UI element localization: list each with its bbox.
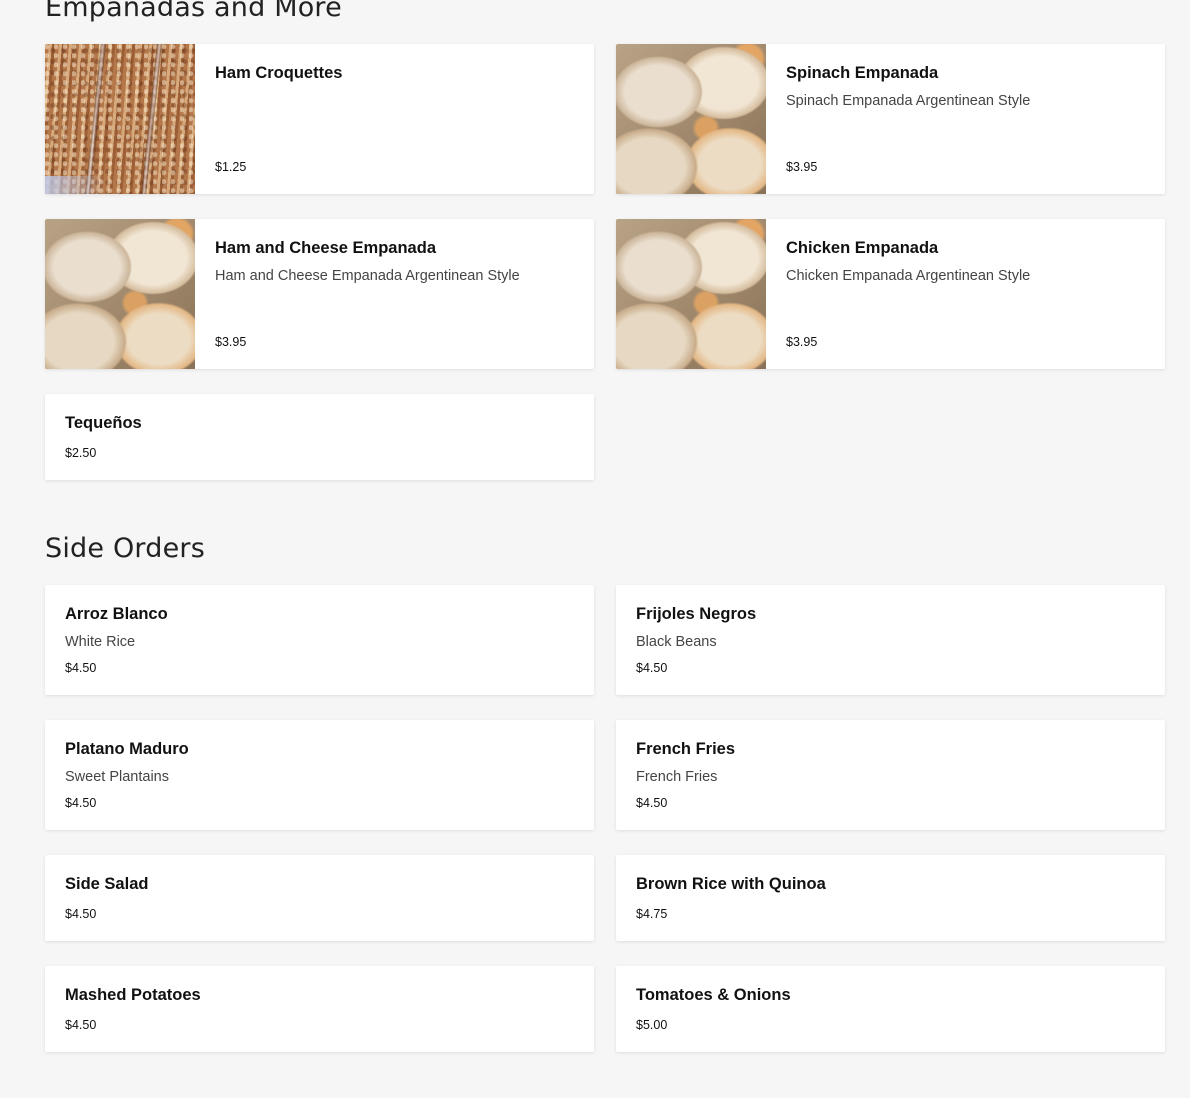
- item-name: Frijoles Negros: [636, 605, 757, 623]
- menu-item-side-salad[interactable]: Side Salad $4.50: [45, 855, 594, 941]
- item-price: $4.50: [65, 907, 97, 921]
- item-name: Ham and Cheese Empanada: [215, 239, 436, 257]
- chicken-empanada-image: [616, 219, 766, 369]
- menu-item-spinach-empanada[interactable]: Spinach Empanada Spinach Empanada Argent…: [616, 44, 1165, 194]
- spinach-empanada-image: [616, 44, 766, 194]
- ham-cheese-empanada-image: [45, 219, 195, 369]
- menu-item-french-fries[interactable]: French Fries French Fries $4.50: [616, 720, 1165, 830]
- item-description: Spinach Empanada Argentinean Style: [786, 93, 1031, 109]
- menu-item-frijoles-negros[interactable]: Frijoles Negros Black Beans $4.50: [616, 585, 1165, 695]
- item-price: $4.50: [636, 661, 668, 675]
- item-name: Brown Rice with Quinoa: [636, 875, 826, 893]
- section-title-empanadas: Empanadas and More: [45, 0, 342, 23]
- item-price: $3.95: [215, 335, 247, 349]
- item-description: White Rice: [65, 634, 136, 650]
- item-price: $3.95: [786, 160, 818, 174]
- item-name: Tequeños: [65, 414, 142, 432]
- ham-croquettes-image: [45, 44, 195, 194]
- item-price: $4.75: [636, 907, 668, 921]
- item-price: $4.50: [65, 796, 97, 810]
- item-name: Mashed Potatoes: [65, 986, 201, 1004]
- item-description: Chicken Empanada Argentinean Style: [786, 268, 1031, 284]
- menu-item-mashed-potatoes[interactable]: Mashed Potatoes $4.50: [45, 966, 594, 1052]
- item-price: $1.25: [215, 160, 247, 174]
- item-price: $5.00: [636, 1018, 668, 1032]
- item-price: $2.50: [65, 446, 97, 460]
- item-name: Side Salad: [65, 875, 149, 893]
- item-name: Ham Croquettes: [215, 64, 343, 82]
- menu-item-platano-maduro[interactable]: Platano Maduro Sweet Plantains $4.50: [45, 720, 594, 830]
- item-price: $4.50: [65, 1018, 97, 1032]
- item-name: French Fries: [636, 740, 736, 758]
- menu-item-brown-rice-quinoa[interactable]: Brown Rice with Quinoa $4.75: [616, 855, 1165, 941]
- item-description: Black Beans: [636, 634, 717, 650]
- item-name: Chicken Empanada: [786, 239, 939, 257]
- item-name: Arroz Blanco: [65, 605, 168, 623]
- menu-item-tomatoes-onions[interactable]: Tomatoes & Onions $5.00: [616, 966, 1165, 1052]
- item-name: Tomatoes & Onions: [636, 986, 791, 1004]
- menu-item-chicken-empanada[interactable]: Chicken Empanada Chicken Empanada Argent…: [616, 219, 1165, 369]
- item-description: Sweet Plantains: [65, 769, 169, 785]
- section-title-side-orders: Side Orders: [45, 533, 205, 564]
- menu-item-ham-cheese-empanada[interactable]: Ham and Cheese Empanada Ham and Cheese E…: [45, 219, 594, 369]
- menu-item-ham-croquettes[interactable]: Ham Croquettes $1.25: [45, 44, 594, 194]
- item-price: $4.50: [636, 796, 668, 810]
- item-name: Platano Maduro: [65, 740, 189, 758]
- menu-item-tequenos[interactable]: Tequeños $2.50: [45, 394, 594, 480]
- item-name: Spinach Empanada: [786, 64, 939, 82]
- item-description: Ham and Cheese Empanada Argentinean Styl…: [215, 268, 520, 284]
- item-description: French Fries: [636, 769, 718, 785]
- item-price: $4.50: [65, 661, 97, 675]
- menu-item-arroz-blanco[interactable]: Arroz Blanco White Rice $4.50: [45, 585, 594, 695]
- item-price: $3.95: [786, 335, 818, 349]
- menu-page: Empanadas and More Ham Croquettes $1.25 …: [0, 0, 1190, 1098]
